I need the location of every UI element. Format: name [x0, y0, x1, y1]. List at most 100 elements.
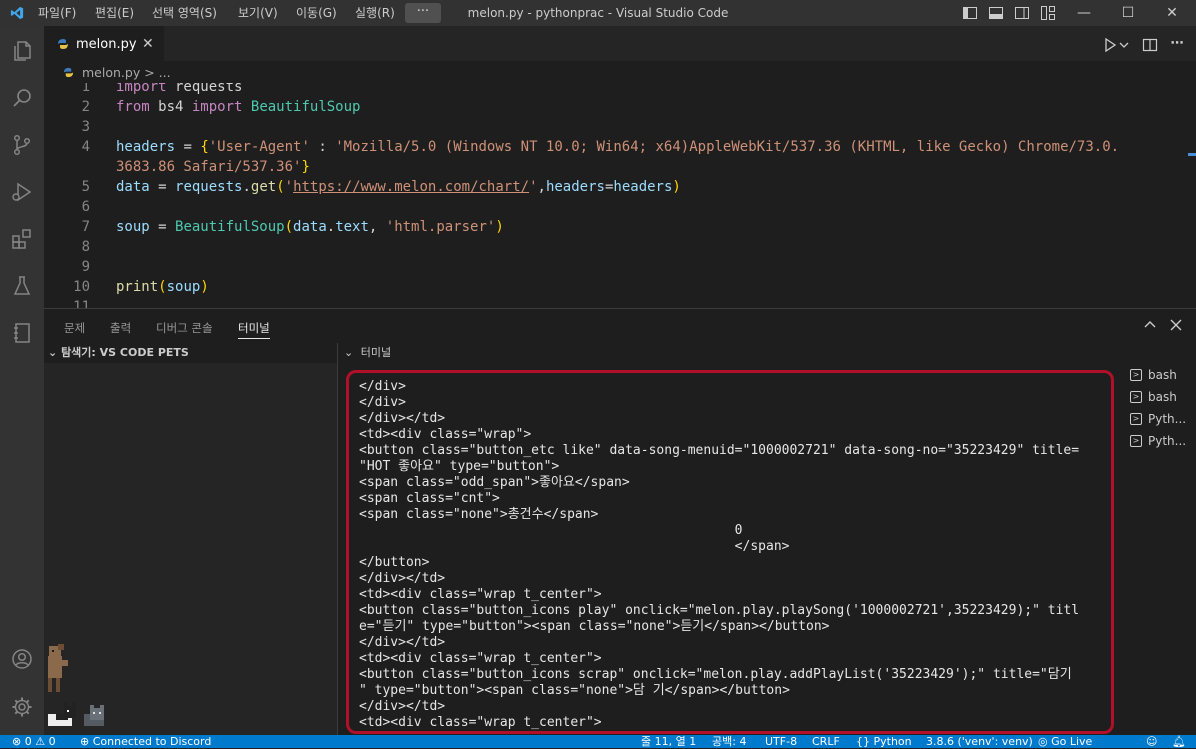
minimize-button[interactable]: — — [1062, 0, 1106, 26]
terminal-list-item[interactable]: > bash — [1130, 387, 1177, 407]
code-token: soup — [166, 279, 201, 295]
run-debug-icon[interactable] — [0, 169, 44, 215]
code-editor[interactable]: 1 import requests 2 from bs4 import Beautif… — [44, 83, 1196, 308]
chevron-down-icon: ⌄ — [344, 346, 354, 359]
menu-run[interactable]: 실행(R) — [355, 0, 395, 26]
eol-status[interactable]: CRLF — [812, 735, 840, 748]
code-token: import — [116, 83, 167, 95]
notebook-icon[interactable] — [0, 310, 44, 356]
indentation-status[interactable]: 공백: 4 — [712, 735, 746, 748]
extensions-icon[interactable] — [0, 216, 44, 262]
code-token: 3683.86 Safari/537.36' — [116, 159, 302, 175]
chevron-down-icon: ⌄ — [48, 346, 58, 359]
toggle-secondary-sidebar-icon[interactable] — [1014, 5, 1030, 21]
code-token: ' — [284, 179, 294, 195]
tab-output[interactable]: 출력 — [110, 318, 131, 338]
feedback-icon[interactable]: ☺ — [1146, 735, 1157, 748]
line-number: 4 — [81, 139, 90, 155]
code-token: ( — [284, 219, 294, 235]
encoding-status[interactable]: UTF-8 — [765, 735, 797, 748]
code-line[interactable]: import requests — [116, 83, 242, 97]
terminal-text: </div> </div> </div></td> <td><div class… — [359, 379, 1080, 730]
testing-icon[interactable] — [0, 263, 44, 309]
code-token: bs4 — [149, 99, 192, 115]
code-line[interactable]: headers = {'User-Agent' : 'Mozilla/5.0 (… — [116, 137, 1119, 157]
terminal-icon: > — [1130, 435, 1142, 447]
code-token: , — [368, 219, 386, 235]
dog-pet-icon — [48, 644, 68, 692]
problems-status[interactable]: ⊗ 0 ⚠ 0 — [12, 735, 56, 748]
line-number: 9 — [81, 259, 90, 275]
code-token: : — [309, 139, 336, 155]
close-panel-icon[interactable] — [1168, 316, 1184, 334]
breadcrumb — [44, 61, 1196, 83]
settings-gear-icon[interactable] — [0, 684, 44, 730]
code-token: = — [175, 139, 201, 155]
go-live-button[interactable]: ◎ Go Live — [1038, 735, 1092, 748]
code-line[interactable]: from bs4 import BeautifulSoup — [116, 97, 360, 117]
code-token: { — [200, 139, 209, 155]
terminal-output-highlighted[interactable]: </div> </div> </div></td> <td><div class… — [346, 370, 1114, 734]
terminal-title: 터미널 — [360, 346, 392, 359]
line-number — [44, 157, 90, 177]
maximize-button[interactable]: ☐ — [1106, 0, 1150, 26]
close-window-button[interactable]: ✕ — [1150, 0, 1194, 26]
explorer-icon[interactable] — [0, 28, 44, 74]
line-number: 3 — [81, 119, 90, 135]
terminal-icon: > — [1130, 413, 1142, 425]
line-number: 2 — [81, 99, 90, 115]
code-token: BeautifulSoup — [175, 219, 285, 235]
menu-edit[interactable]: 편집(E) — [95, 0, 134, 26]
toggle-panel-icon[interactable] — [988, 5, 1004, 21]
terminal-list-item[interactable]: > Pyth... — [1130, 431, 1186, 451]
menu-more-button[interactable]: ··· — [405, 3, 441, 23]
notifications-bell-icon[interactable]: 🔔︎ — [1172, 735, 1186, 748]
line-number: 8 — [81, 239, 90, 255]
menu-view[interactable]: 보기(V) — [238, 0, 278, 26]
code-token: https://www.melon.com/chart/ — [293, 179, 530, 195]
terminal-list-item[interactable]: > bash — [1130, 365, 1177, 385]
breadcrumb-path[interactable]: melon.py > ... — [82, 61, 171, 83]
run-dropdown-chevron-icon[interactable] — [1118, 36, 1130, 54]
language-mode[interactable]: {} Python — [856, 735, 912, 748]
python-interpreter[interactable]: 3.8.6 ('venv': venv) — [926, 735, 1033, 748]
code-token: data — [293, 219, 327, 235]
scrollbar-marker — [1188, 153, 1196, 156]
code-token: requests — [175, 179, 243, 195]
split-editor-icon[interactable] — [1141, 36, 1159, 54]
code-line[interactable]: print(soup) — [116, 277, 209, 297]
code-line[interactable]: 3683.86 Safari/537.36'} — [116, 157, 310, 177]
more-actions-icon[interactable]: ⋯ — [1168, 36, 1186, 54]
tab-problems[interactable]: 문제 — [64, 318, 85, 338]
menu-go[interactable]: 이동(G) — [296, 0, 337, 26]
pets-explorer-header[interactable]: ⌄ 탐색기: VS CODE PETS — [44, 343, 337, 363]
menu-selection[interactable]: 선택 영역(S) — [152, 0, 217, 26]
code-token: requests — [166, 83, 243, 95]
broadcast-icon: ◎ — [1038, 735, 1052, 748]
code-line[interactable]: soup = BeautifulSoup(data.text, 'html.pa… — [116, 217, 504, 237]
discord-status[interactable]: ⊕ Connected to Discord — [80, 735, 211, 748]
source-control-icon[interactable] — [0, 122, 44, 168]
code-token: get — [250, 179, 277, 195]
code-token: soup — [116, 219, 150, 235]
code-token: headers — [116, 139, 176, 155]
editor-tab-bar — [44, 26, 1196, 61]
code-line[interactable]: data = requests.get('https://www.melon.c… — [116, 177, 681, 197]
terminal-header[interactable]: ⌄ 터미널 — [344, 343, 391, 363]
cursor-position[interactable]: 줄 11, 열 1 — [641, 735, 696, 748]
terminal-list-item[interactable]: > Pyth... — [1130, 409, 1186, 429]
customize-layout-icon[interactable] — [1040, 5, 1056, 21]
tab-terminal[interactable]: 터미널 — [238, 318, 270, 339]
menu-file[interactable]: 파일(F) — [38, 0, 76, 26]
search-icon[interactable] — [0, 75, 44, 121]
panel-splitter[interactable] — [337, 343, 338, 735]
close-tab-icon[interactable]: ✕ — [142, 26, 154, 61]
toggle-primary-sidebar-icon[interactable] — [962, 5, 978, 21]
account-icon[interactable] — [0, 636, 44, 682]
tab-debug-console[interactable]: 디버그 콘솔 — [156, 318, 213, 338]
maximize-panel-chevron-icon[interactable] — [1142, 316, 1158, 334]
braces-icon: {} — [856, 735, 874, 748]
line-number: 5 — [81, 179, 90, 195]
code-token: 'Mozilla/5.0 (Windows NT 10.0; Win64; x6… — [335, 139, 1120, 155]
code-token: ( — [276, 179, 285, 195]
